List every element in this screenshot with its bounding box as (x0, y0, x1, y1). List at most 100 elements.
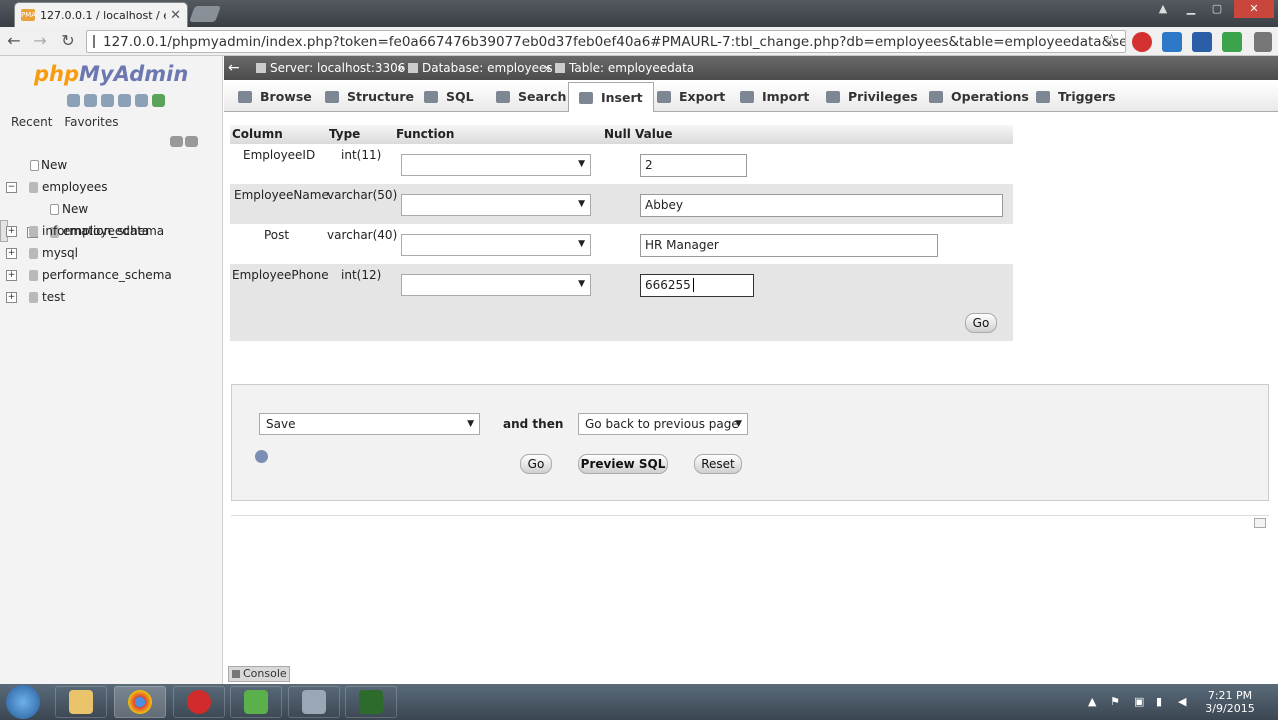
tray-network-icon[interactable]: ▮ (1156, 695, 1162, 708)
collapse-nav-icon[interactable]: ← (228, 56, 240, 80)
database-icon (29, 292, 38, 303)
forward-icon[interactable]: → (29, 31, 51, 51)
link-with-main-icon[interactable] (185, 136, 198, 147)
header-function: Function (396, 127, 455, 141)
tray-device-icon[interactable]: ▣ (1134, 695, 1144, 708)
chrome-taskbar-button[interactable] (114, 686, 166, 718)
tree-item-information-schema[interactable]: + information_schema (0, 220, 222, 242)
help-icon[interactable] (101, 94, 114, 107)
tab-sql[interactable]: SQL (424, 82, 474, 112)
settings-icon[interactable] (135, 94, 148, 107)
minimize-icon[interactable]: ▁ (1178, 0, 1204, 18)
reset-button[interactable]: Reset (694, 454, 742, 474)
after-insert-select[interactable]: Go back to previous page ▼ (578, 413, 748, 435)
go-button[interactable]: Go (965, 313, 997, 333)
maximize-icon[interactable]: ▢ (1204, 0, 1230, 18)
tab-privileges[interactable]: Privileges (826, 82, 918, 112)
help-icon[interactable] (255, 450, 268, 463)
taskbar-clock[interactable]: 7:21 PM 3/9/2015 (1198, 689, 1262, 715)
function-select[interactable]: ▼ (401, 154, 591, 176)
camtasia-icon (359, 690, 383, 714)
breadcrumb-table[interactable]: Table: employeedata (555, 56, 694, 80)
opera-taskbar-button[interactable] (173, 686, 225, 718)
go-bar: Go (230, 304, 1013, 341)
tray-arrow-icon[interactable]: ▲ (1088, 695, 1096, 708)
address-bar[interactable]: 127.0.0.1/phpmyadmin/index.php?token=fe0… (86, 30, 1126, 53)
function-select[interactable]: ▼ (401, 194, 591, 216)
preview-sql-button[interactable]: Preview SQL (578, 454, 668, 474)
s-extension-icon[interactable] (1162, 32, 1182, 52)
expand-icon[interactable]: + (6, 270, 17, 281)
value-input[interactable]: Abbey (640, 194, 1003, 217)
reload-nav-icon[interactable] (152, 94, 165, 107)
new-tab-button[interactable] (189, 6, 221, 22)
explorer-taskbar-button[interactable] (55, 686, 107, 718)
tools-taskbar-button[interactable] (288, 686, 340, 718)
expand-icon[interactable]: + (6, 292, 17, 303)
reload-icon[interactable]: ↻ (57, 31, 79, 51)
docs-icon[interactable] (118, 94, 131, 107)
function-select[interactable]: ▼ (401, 274, 591, 296)
column-name: EmployeeID (243, 148, 316, 162)
page-settings-icon[interactable] (1254, 518, 1266, 528)
console-toggle[interactable]: Console (228, 666, 290, 682)
dropdown-arrow-icon: ▼ (578, 279, 585, 289)
logout-icon[interactable] (84, 94, 97, 107)
breadcrumb-server[interactable]: Server: localhost:3306 (256, 56, 405, 80)
nav-tab-favorites[interactable]: Favorites (64, 115, 118, 129)
x-extension-icon[interactable] (1192, 32, 1212, 52)
chrome-menu-icon[interactable] (1254, 32, 1272, 52)
collapse-all-icon[interactable] (170, 136, 183, 147)
table-row: EmployeeID int(11) ▼ 2 (230, 144, 1013, 184)
tab-export[interactable]: Export (657, 82, 725, 112)
tree-item-employees[interactable]: − employees (0, 176, 222, 198)
nav-tab-recent[interactable]: Recent (11, 115, 52, 129)
collapse-icon[interactable]: − (6, 182, 17, 193)
close-tab-icon[interactable]: ✕ (170, 8, 181, 23)
pma-navigation-panel: phpMyAdmin Recent Favorites New − employ… (0, 56, 223, 686)
server-icon (256, 63, 266, 73)
tray-volume-icon[interactable]: ◀ (1178, 695, 1186, 708)
tree-item-test[interactable]: + test (0, 286, 222, 308)
camtasia-taskbar-button[interactable] (345, 686, 397, 718)
tab-insert[interactable]: Insert (568, 82, 654, 112)
value-input[interactable]: 2 (640, 154, 747, 177)
home-icon[interactable] (67, 94, 80, 107)
tab-import[interactable]: Import (740, 82, 809, 112)
value-input-focused[interactable]: 666255 (640, 274, 754, 297)
triggers-icon (1036, 91, 1050, 103)
bookmark-star-icon[interactable]: ☆ (1104, 31, 1119, 51)
close-window-icon[interactable]: ✕ (1234, 0, 1274, 18)
back-icon[interactable]: ← (3, 31, 25, 51)
go-button[interactable]: Go (520, 454, 552, 474)
tree-item-performance-schema[interactable]: + performance_schema (0, 264, 222, 286)
start-button[interactable] (6, 685, 40, 719)
app-taskbar-button[interactable] (230, 686, 282, 718)
function-select[interactable]: ▼ (401, 234, 591, 256)
opera-extension-icon[interactable] (1132, 32, 1152, 52)
tree-item-new-table[interactable]: New (0, 198, 222, 220)
structure-icon (325, 91, 339, 103)
column-name: Post (264, 228, 290, 242)
text-cursor (692, 278, 694, 292)
tab-triggers[interactable]: Triggers (1036, 82, 1116, 112)
tab-browse[interactable]: Browse (238, 82, 312, 112)
tree-item-new[interactable]: New (0, 154, 222, 176)
value-input[interactable]: HR Manager (640, 234, 938, 257)
tab-search[interactable]: Search (496, 82, 566, 112)
tree-item-mysql[interactable]: + mysql (0, 242, 222, 264)
breadcrumb-database[interactable]: Database: employees (408, 56, 553, 80)
expand-icon[interactable]: + (6, 248, 17, 259)
tab-structure[interactable]: Structure (325, 82, 414, 112)
tray-flag-icon[interactable]: ⚑ (1110, 695, 1120, 708)
expand-icon[interactable]: + (6, 226, 17, 237)
save-mode-select[interactable]: Save ▼ (259, 413, 480, 435)
browser-tab[interactable]: PMA 127.0.0.1 / localhost / em ✕ (14, 2, 188, 27)
user-icon[interactable]: ▲ (1150, 0, 1176, 18)
chrome-icon (128, 690, 152, 714)
phpmyadmin-logo[interactable]: phpMyAdmin (34, 62, 188, 86)
dropdown-arrow-icon: ▼ (578, 239, 585, 249)
flag-extension-icon[interactable] (1222, 32, 1242, 52)
tab-operations[interactable]: Operations (929, 82, 1029, 112)
column-type: int(11) (341, 148, 382, 162)
